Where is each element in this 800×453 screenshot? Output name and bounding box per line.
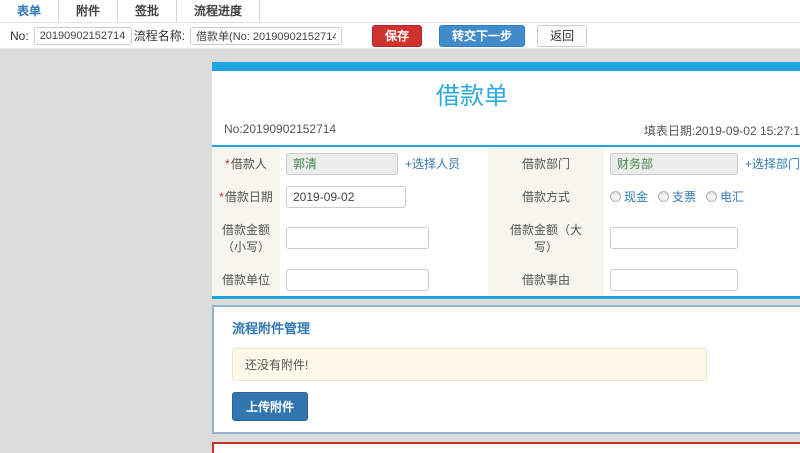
select-person-link[interactable]: +选择人员 bbox=[405, 157, 460, 171]
process-name-label: 流程名称: bbox=[133, 29, 186, 43]
no-attachments-alert: 还没有附件! bbox=[232, 348, 707, 381]
tab-progress[interactable]: 流程进度 bbox=[177, 0, 261, 22]
save-button[interactable]: 保存 bbox=[372, 24, 423, 47]
department-label: 借款部门 bbox=[521, 157, 570, 171]
tab-attachments[interactable]: 附件 bbox=[59, 0, 119, 22]
page-content: 借款单 No:20190902152714 填表日期:2019-09-02 15… bbox=[0, 49, 800, 453]
no-label: No: bbox=[10, 28, 29, 43]
form-header-row: No:20190902152714 填表日期:2019-09-02 15:27:… bbox=[212, 117, 800, 147]
approval-panel: 流程签批意见 B I abc bbox=[212, 442, 800, 453]
back-button[interactable]: 返回 bbox=[537, 24, 588, 47]
amount-lower-label: 借款金额（小写） bbox=[221, 223, 270, 254]
form-top-bar bbox=[212, 62, 800, 71]
loan-unit-label: 借款单位 bbox=[221, 273, 270, 287]
command-bar: No: 流程名称: 保存 转交下一步 返回 bbox=[0, 23, 800, 49]
no-input[interactable] bbox=[33, 26, 132, 45]
tab-approval[interactable]: 签批 bbox=[118, 0, 178, 22]
tab-form[interactable]: 表单 bbox=[0, 0, 60, 22]
select-department-link[interactable]: +选择部门 bbox=[745, 157, 800, 171]
radio-icon bbox=[610, 191, 621, 202]
table-row: *借款日期 借款方式 现金 支票 bbox=[212, 180, 800, 213]
amount-lower-input[interactable] bbox=[286, 227, 429, 249]
form-fill-date: 填表日期:2019-09-02 15:27:1 bbox=[643, 124, 800, 138]
radio-option-cash[interactable]: 现金 bbox=[610, 188, 648, 205]
attachments-panel: 流程附件管理 还没有附件! 上传附件 bbox=[212, 305, 800, 434]
form-title: 借款单 bbox=[436, 83, 508, 110]
amount-upper-input[interactable] bbox=[610, 227, 738, 249]
required-marker: * bbox=[225, 157, 230, 171]
loan-reason-label: 借款事由 bbox=[521, 273, 570, 287]
table-row: 借款单位 借款事由 bbox=[212, 263, 800, 296]
form-number: No:20190902152714 bbox=[224, 122, 337, 136]
process-name-input[interactable] bbox=[190, 26, 343, 45]
loan-reason-input[interactable] bbox=[610, 268, 738, 291]
table-row: 借款金额（小写） 借款金额（大写） bbox=[212, 213, 800, 263]
loan-unit-input[interactable] bbox=[286, 268, 429, 291]
radio-label: 电汇 bbox=[720, 190, 745, 204]
attachments-title: 流程附件管理 bbox=[232, 321, 311, 336]
required-marker: * bbox=[219, 190, 224, 204]
radio-icon bbox=[658, 191, 670, 202]
upload-attachment-button[interactable]: 上传附件 bbox=[232, 392, 309, 421]
loan-form-card: 借款单 No:20190902152714 填表日期:2019-09-02 15… bbox=[212, 62, 800, 299]
borrower-label: 借款人 bbox=[230, 157, 267, 171]
radio-option-wire[interactable]: 电汇 bbox=[706, 188, 744, 205]
loan-date-label: 借款日期 bbox=[224, 190, 273, 204]
loan-form-table: *借款人 +选择人员 借款部门 +选择部门 *借款日期 bbox=[212, 147, 800, 296]
loan-date-input[interactable] bbox=[286, 185, 406, 208]
borrower-input[interactable] bbox=[286, 152, 398, 175]
amount-upper-label: 借款金额（大写） bbox=[509, 223, 582, 254]
radio-option-cheque[interactable]: 支票 bbox=[658, 188, 696, 205]
radio-label: 现金 bbox=[624, 190, 649, 204]
loan-method-label: 借款方式 bbox=[521, 190, 570, 204]
radio-icon bbox=[706, 191, 718, 202]
department-input[interactable] bbox=[610, 152, 738, 175]
forward-next-step-button[interactable]: 转交下一步 bbox=[439, 24, 526, 47]
radio-label: 支票 bbox=[672, 190, 697, 204]
loan-method-options: 现金 支票 电汇 bbox=[610, 188, 800, 205]
tab-bar: 表单 附件 签批 流程进度 bbox=[0, 0, 800, 23]
table-row: *借款人 +选择人员 借款部门 +选择部门 bbox=[212, 147, 800, 180]
